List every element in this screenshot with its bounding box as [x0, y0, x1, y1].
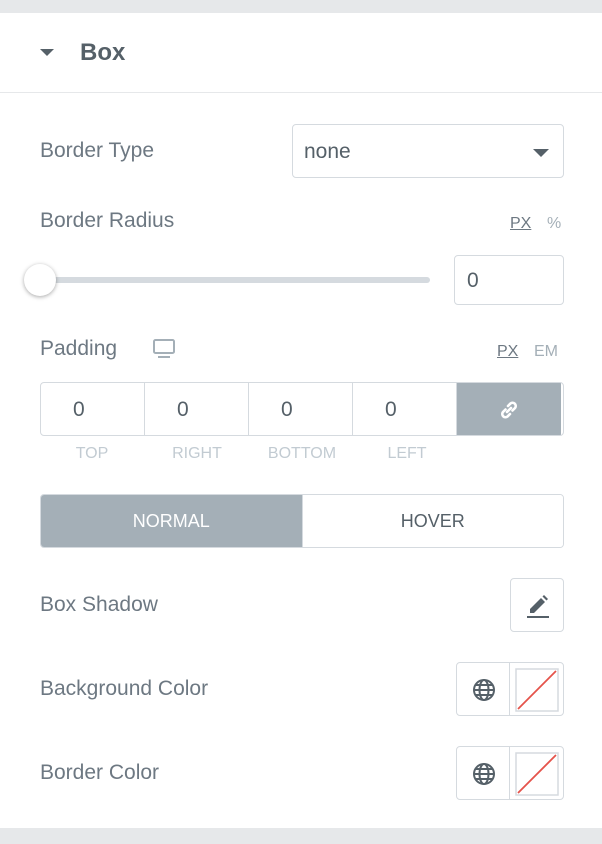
border-color-label: Border Color — [40, 761, 160, 784]
globe-icon — [473, 679, 495, 701]
section-title: Box — [80, 39, 126, 66]
globe-icon — [473, 763, 495, 785]
border-radius-unit-percent[interactable]: % — [547, 215, 561, 233]
background-color-swatch[interactable] — [510, 663, 563, 715]
padding-unit-em[interactable]: EM — [534, 343, 558, 361]
border-type-label: Border Type — [40, 139, 155, 162]
tab-normal[interactable]: NORMAL — [41, 495, 302, 547]
padding-top-input[interactable]: 0 — [41, 383, 145, 435]
slider-handle[interactable] — [24, 264, 56, 296]
state-tabs: NORMAL HOVER — [40, 494, 564, 548]
border-radius-input[interactable]: 0 — [454, 255, 564, 305]
caret-down-icon — [40, 49, 54, 56]
tab-hover[interactable]: HOVER — [301, 495, 563, 547]
padding-bottom-input[interactable]: 0 — [249, 383, 353, 435]
padding-left-input[interactable]: 0 — [353, 383, 457, 435]
chevron-down-icon — [533, 149, 549, 157]
no-color-swatch-icon — [515, 752, 559, 796]
padding-label: Padding — [40, 337, 118, 360]
border-color-control — [456, 746, 564, 800]
background-color-global-button[interactable] — [457, 663, 511, 715]
background-color-control — [456, 662, 564, 716]
desktop-monitor-icon[interactable] — [153, 339, 175, 359]
border-type-value: none — [304, 140, 351, 163]
padding-bottom-caption: BOTTOM — [267, 445, 337, 462]
border-color-swatch[interactable] — [510, 747, 563, 799]
link-values-button[interactable] — [457, 383, 561, 435]
padding-right-caption: RIGHT — [172, 445, 222, 462]
padding-dimensions: 0 0 0 0 — [40, 382, 564, 436]
border-radius-label: Border Radius — [40, 209, 175, 232]
padding-right-value: 0 — [177, 398, 189, 421]
padding-bottom-value: 0 — [281, 398, 293, 421]
link-icon — [501, 401, 517, 419]
border-radius-value: 0 — [467, 269, 479, 292]
border-radius-slider[interactable] — [40, 277, 430, 283]
controls-panel: Box Border Type none Border Radius PX % … — [0, 13, 602, 828]
box-shadow-label: Box Shadow — [40, 593, 158, 616]
background-color-label: Background Color — [40, 677, 209, 700]
pencil-edit-icon — [527, 595, 549, 618]
border-radius-unit-px[interactable]: PX — [510, 215, 531, 233]
border-type-select[interactable]: none — [292, 124, 564, 178]
box-shadow-edit-button[interactable] — [510, 578, 564, 632]
padding-left-caption: LEFT — [387, 445, 427, 462]
no-color-swatch-icon — [515, 668, 559, 712]
padding-top-value: 0 — [73, 398, 85, 421]
padding-top-caption: TOP — [75, 445, 109, 462]
padding-right-input[interactable]: 0 — [145, 383, 249, 435]
section-header[interactable]: Box — [0, 13, 602, 93]
padding-left-value: 0 — [385, 398, 397, 421]
border-color-global-button[interactable] — [457, 747, 511, 799]
padding-unit-px[interactable]: PX — [497, 343, 518, 361]
